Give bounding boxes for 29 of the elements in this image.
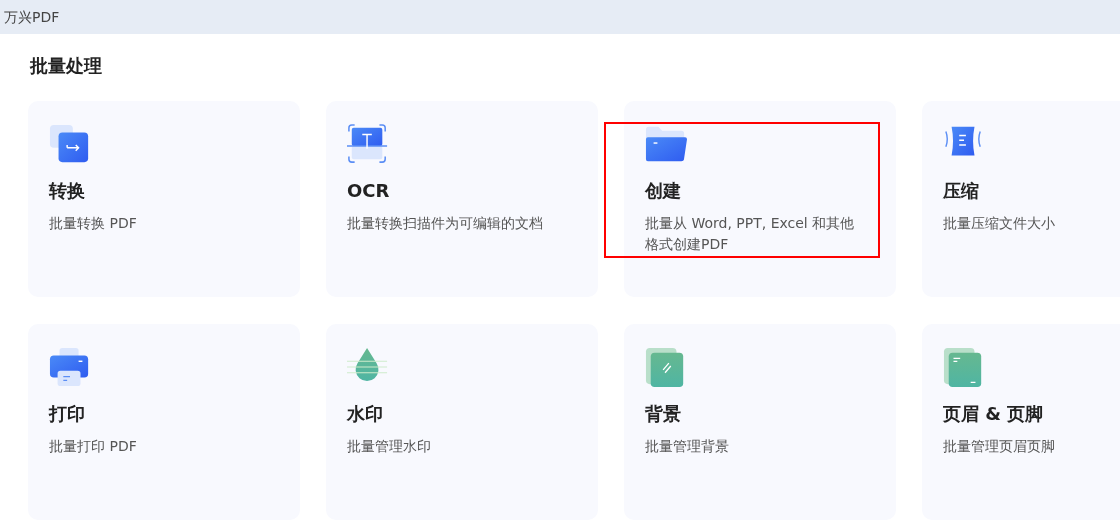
tool-title: 背景	[645, 402, 682, 426]
tool-description: 批量压缩文件大小	[943, 214, 1056, 233]
tool-card[interactable]: 水印 批量管理水印	[326, 324, 598, 520]
section-heading: 批量处理	[30, 54, 103, 78]
tool-card[interactable]: 背景 批量管理背景	[624, 324, 896, 520]
printer-icon	[49, 346, 91, 388]
text-scan-icon	[347, 123, 389, 165]
tool-title: OCR	[347, 179, 391, 203]
window-title: 万兴PDF	[4, 7, 60, 27]
tool-description: 批量管理页眉页脚	[943, 437, 1056, 456]
tool-card[interactable]: 打印 批量打印 PDF	[28, 324, 300, 520]
tool-title: 转换	[49, 179, 86, 203]
tool-card[interactable]: 压缩 批量压缩文件大小	[922, 101, 1120, 297]
tool-description: 批量从 Word, PPT, Excel 和其他格式创建PDF	[645, 214, 856, 254]
arrow-document-icon	[49, 123, 91, 165]
tool-title: 水印	[347, 402, 384, 426]
tool-description: 批量打印 PDF	[49, 437, 138, 456]
tool-title: 创建	[645, 179, 682, 203]
tool-description: 批量管理背景	[645, 437, 730, 456]
tool-card[interactable]: 创建 批量从 Word, PPT, Excel 和其他格式创建PDF	[624, 101, 896, 297]
tool-card[interactable]: OCR 批量转换扫描件为可编辑的文档	[326, 101, 598, 297]
tool-title: 页眉 & 页脚	[943, 402, 1045, 426]
tool-description: 批量转换扫描件为可编辑的文档	[347, 214, 544, 233]
tool-description: 批量管理水印	[347, 437, 432, 456]
tool-card[interactable]: 转换 批量转换 PDF	[28, 101, 300, 297]
tool-card[interactable]: 页眉 & 页脚 批量管理页眉页脚	[922, 324, 1120, 520]
tool-description: 批量转换 PDF	[49, 214, 138, 233]
tool-title: 打印	[49, 402, 86, 426]
tool-title: 压缩	[943, 179, 980, 203]
